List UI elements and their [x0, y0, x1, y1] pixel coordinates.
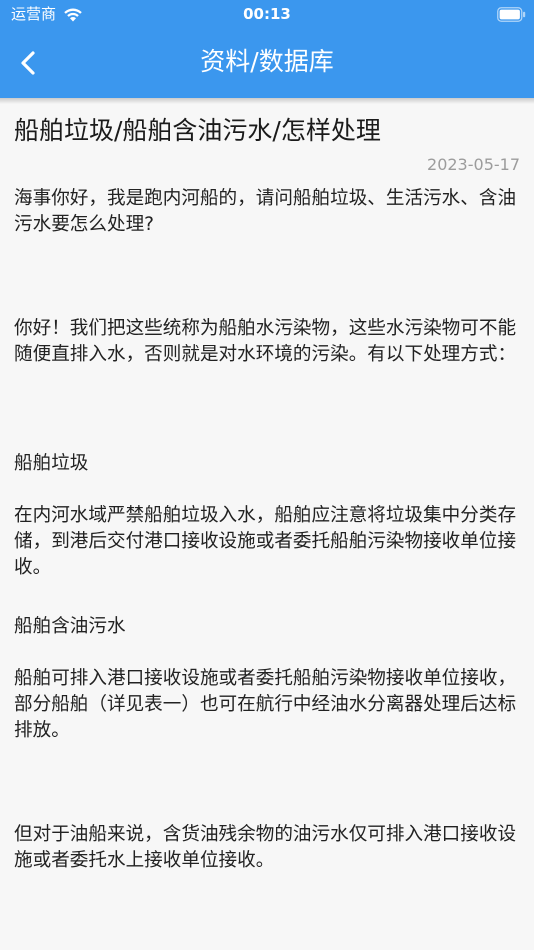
battery-icon: [497, 7, 526, 22]
app-header: 运营商 00:13 资料/数据库: [0, 0, 534, 98]
article-title: 船舶垃圾/船舶含油污水/怎样处理: [14, 116, 381, 145]
article-content: 船舶垃圾/船舶含油污水/怎样处理 2023-05-17 海事你好，我是跑内河船的…: [0, 98, 534, 950]
article-paragraph: 你好！我们把这些统称为船舶水污染物，这些水污染物可不能随便直排入水，否则就是对水…: [14, 318, 517, 365]
status-bar: 运营商 00:13: [0, 0, 534, 30]
status-clock: 00:13: [243, 5, 291, 23]
article-section-heading: 船舶垃圾: [14, 453, 89, 474]
article-paragraph: 海事你好，我是跑内河船的，请问船舶垃圾、生活污水、含油污水要怎么处理?: [14, 188, 517, 235]
article-date: 2023-05-17: [427, 155, 520, 174]
page-title: 资料/数据库: [200, 47, 334, 76]
article-section-heading: 船舶含油污水: [14, 616, 126, 637]
article-paragraph: 但对于油船来说，含货油残余物的油污水仅可排入港口接收设施或者委托水上接收单位接收…: [14, 824, 517, 871]
article-paragraph: 在内河水域严禁船舶垃圾入水，船舶应注意将垃圾集中分类存储，到港后交付港口接收设施…: [14, 505, 517, 578]
nav-bar: 资料/数据库: [0, 30, 534, 98]
article-paragraph: 船舶可排入港口接收设施或者委托船舶污染物接收单位接收，部分船舶（详见表一）也可在…: [14, 668, 517, 741]
